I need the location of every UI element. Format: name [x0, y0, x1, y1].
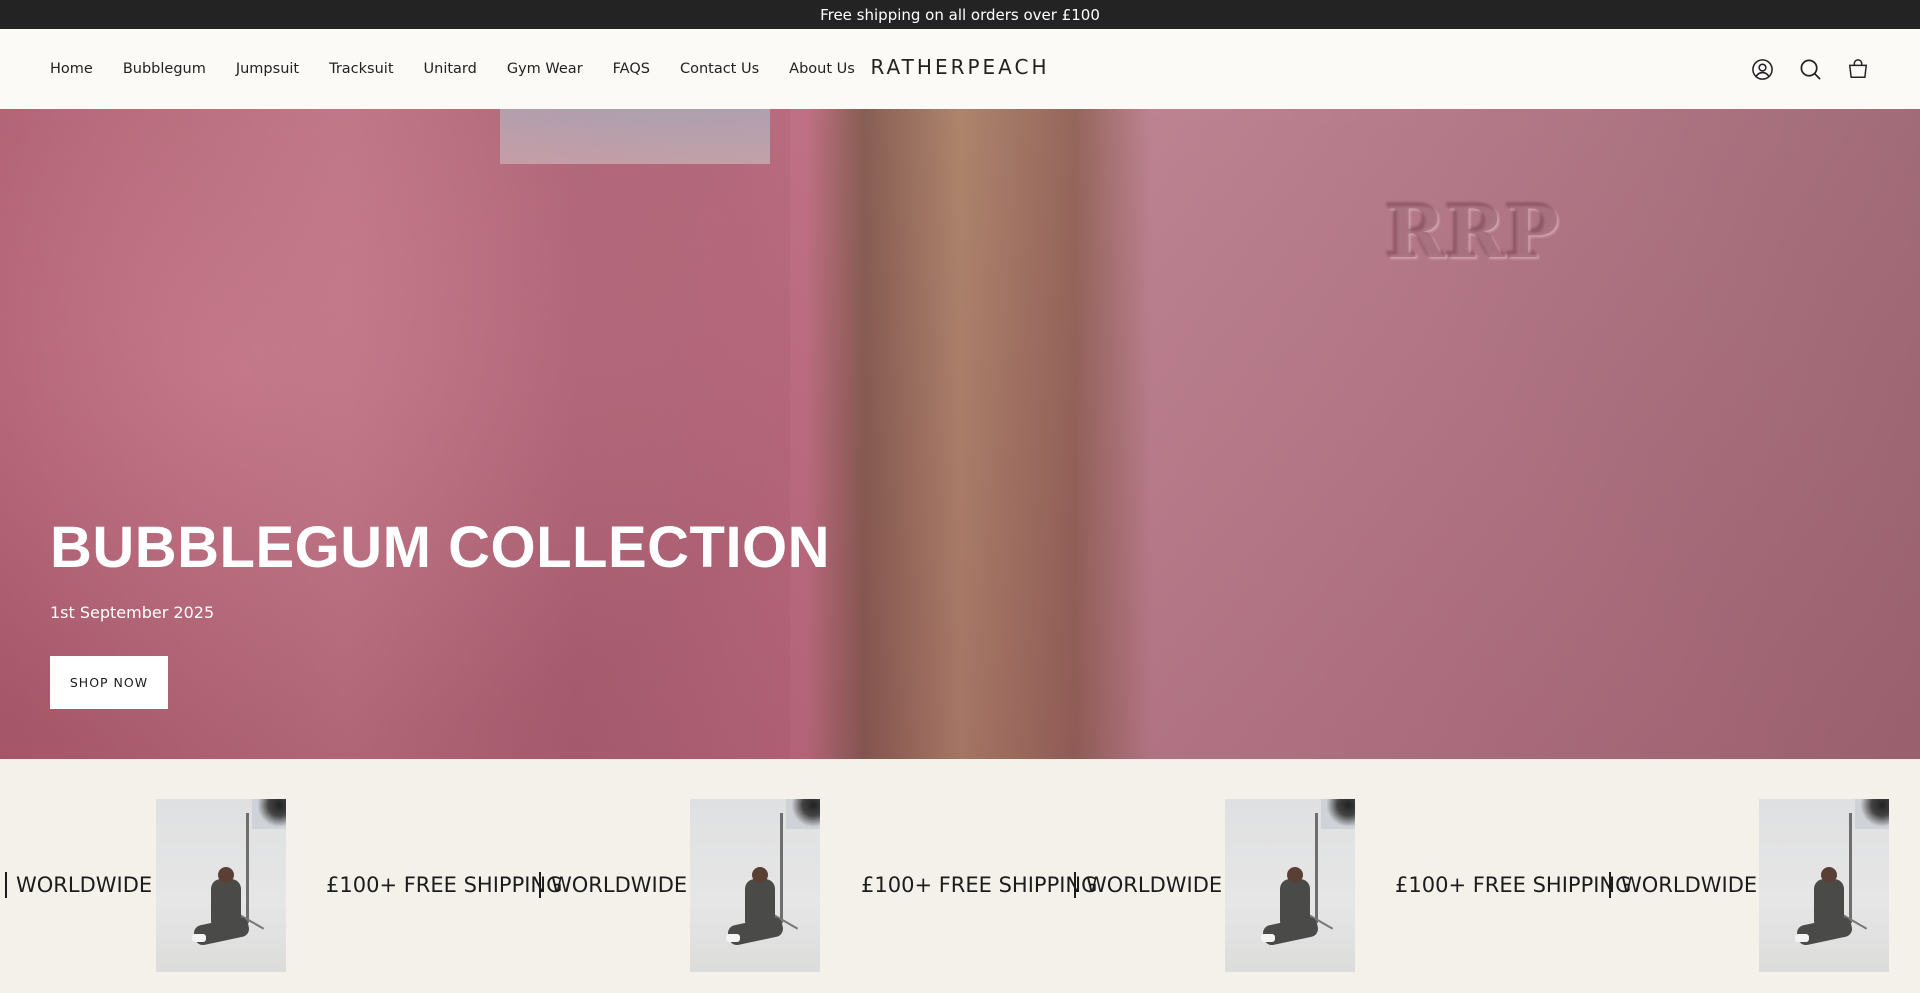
marquee-shipping: £100+ FREE SHIPPING	[326, 873, 563, 897]
site-header: Home Bubblegum Jumpsuit Tracksuit Unitar…	[0, 29, 1920, 109]
nav-jumpsuit[interactable]: Jumpsuit	[236, 61, 299, 77]
marquee-image	[1225, 799, 1355, 972]
marquee-shipping: £100+ FREE SHIPPING	[861, 873, 1098, 897]
marquee-worldwide: WORLDWIDE	[1621, 873, 1758, 897]
marquee-divider	[5, 872, 7, 898]
marquee-worldwide: WORLDWIDE	[551, 873, 688, 897]
hero-date: 1st September 2025	[50, 603, 215, 622]
nav-tracksuit[interactable]: Tracksuit	[329, 61, 393, 77]
nav-gym-wear[interactable]: Gym Wear	[507, 61, 583, 77]
search-icon[interactable]	[1798, 57, 1822, 81]
main-nav: Home Bubblegum Jumpsuit Tracksuit Unitar…	[50, 29, 855, 109]
nav-unitard[interactable]: Unitard	[424, 61, 477, 77]
hero-banner: RRP BUBBLEGUM COLLECTION 1st September 2…	[0, 109, 1920, 759]
marquee-worldwide: WORLDWIDE	[1086, 873, 1223, 897]
announcement-bar: Free shipping on all orders over £100	[0, 0, 1920, 29]
nav-faqs[interactable]: FAQS	[613, 61, 650, 77]
cart-icon[interactable]	[1846, 57, 1870, 81]
shipping-marquee: WORLDWIDE £100+ FREE SHIPPING WORLDWIDE …	[0, 759, 1920, 993]
marquee-image	[1759, 799, 1889, 972]
marquee-image	[156, 799, 286, 972]
nav-contact-us[interactable]: Contact Us	[680, 61, 759, 77]
hero-logo-emboss: RRP	[1385, 189, 1559, 274]
nav-home[interactable]: Home	[50, 61, 93, 77]
announcement-text: Free shipping on all orders over £100	[820, 5, 1100, 24]
hero-overlay	[0, 109, 1920, 759]
marquee-image	[690, 799, 820, 972]
marquee-divider	[1609, 872, 1611, 898]
nav-bubblegum[interactable]: Bubblegum	[123, 61, 206, 77]
marquee-divider	[1074, 872, 1076, 898]
account-icon[interactable]	[1750, 57, 1774, 81]
marquee-shipping: £100+ FREE SHIPPING	[1395, 873, 1632, 897]
site-logo[interactable]: RATHERPEACH	[870, 55, 1049, 79]
marquee-divider	[539, 872, 541, 898]
marquee-worldwide: WORLDWIDE	[16, 873, 153, 897]
hero-title: BUBBLEGUM COLLECTION	[50, 515, 831, 580]
shop-now-button[interactable]: SHOP NOW	[50, 656, 168, 709]
header-icons	[1750, 29, 1870, 109]
nav-about-us[interactable]: About Us	[789, 61, 855, 77]
